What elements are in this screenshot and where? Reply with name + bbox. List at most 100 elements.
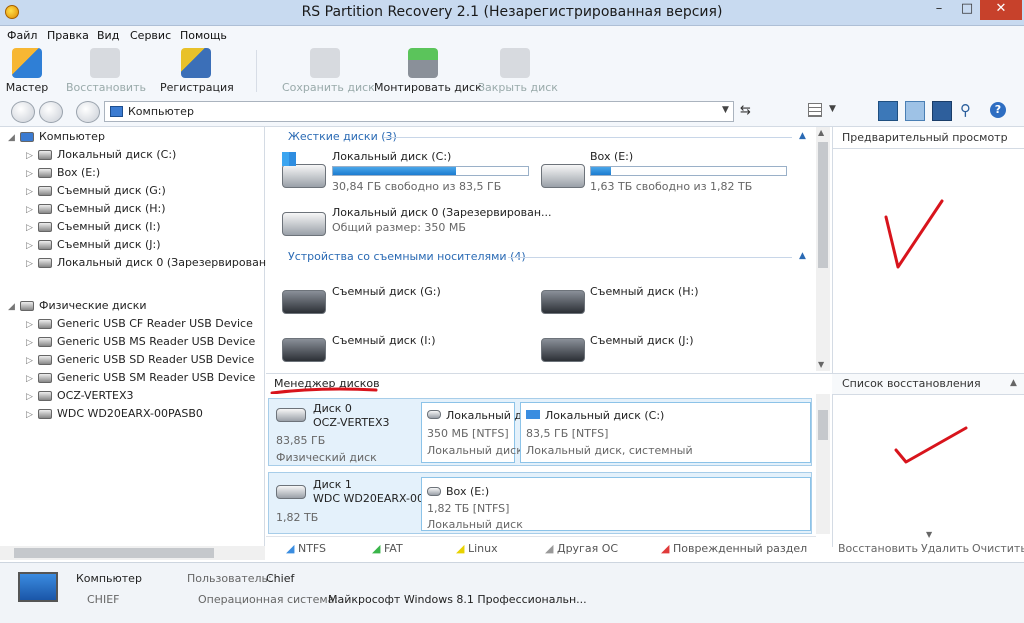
partition-c-size: 83,5 ГБ [NTFS] — [526, 427, 609, 440]
close-disk-button[interactable]: Закрыть диск — [478, 48, 558, 96]
right-panel — [832, 127, 1024, 547]
collapse-icon[interactable]: ▲ — [1010, 378, 1017, 388]
tree-hscroll-thumb[interactable] — [14, 548, 214, 558]
forward-button[interactable] — [39, 101, 63, 123]
expand-icon[interactable]: ▷ — [26, 259, 36, 269]
address-field[interactable] — [104, 101, 734, 122]
tree-item[interactable]: ▷ Локальный диск (C:) — [26, 148, 264, 166]
tree-item[interactable]: ▷ Локальный диск 0 (Зарезервировано си — [26, 256, 289, 274]
save-icon[interactable] — [932, 101, 952, 121]
expand-icon[interactable]: ▷ — [26, 410, 36, 420]
wizard-icon — [12, 48, 42, 78]
restore-button[interactable]: Восстановить — [66, 48, 146, 96]
preview-title: Предварительный просмотр — [842, 131, 1008, 144]
wizard-button[interactable]: Мастер — [4, 48, 50, 96]
go-icon[interactable]: ⇆ — [740, 103, 751, 118]
toolbar-separator — [256, 50, 257, 92]
partition-reserved-size: 350 МБ [NTFS] — [427, 427, 509, 440]
search-icon[interactable]: ⚲ — [960, 101, 971, 119]
minimize-button[interactable]: – — [924, 0, 954, 20]
maximize-button[interactable]: □ — [954, 0, 980, 20]
drive-icon — [38, 258, 52, 268]
disk-1-name: Диск 1 — [313, 478, 352, 491]
drives-vscroll-thumb[interactable] — [818, 142, 828, 268]
tree-physical-item[interactable]: ▷ WDC WD20EARX-00PASB0 — [26, 407, 264, 425]
removable-i-name[interactable]: Съемный диск (I:) — [332, 334, 436, 347]
tree-physical-item[interactable]: ▷ Generic USB SM Reader USB Device — [26, 371, 264, 389]
save-disk-button[interactable]: Сохранить диск — [282, 48, 375, 96]
partition-c-name: Локальный диск (C:) — [545, 409, 665, 422]
menu-file[interactable]: Файл — [7, 29, 37, 42]
drive-e-icon — [541, 164, 585, 188]
expand-icon[interactable]: ▷ — [26, 223, 36, 233]
scroll-up-icon[interactable]: ▲ — [818, 128, 824, 137]
computer-icon — [18, 572, 58, 602]
expand-icon[interactable]: ▷ — [26, 187, 36, 197]
up-button[interactable] — [76, 101, 100, 123]
tree-root-computer[interactable]: ◢ Компьютер — [8, 130, 105, 148]
collapse-icon[interactable]: ▲ — [799, 131, 806, 141]
disk-icon — [276, 408, 306, 422]
drive-icon — [38, 319, 52, 329]
recovery-delete-button[interactable]: Удалить — [921, 542, 969, 555]
preview-toggle-icon[interactable] — [878, 101, 898, 121]
partition-reserved-name: Локальный д — [446, 409, 523, 422]
drive-icon — [38, 373, 52, 383]
removable-g-name[interactable]: Съемный диск (G:) — [332, 285, 441, 298]
drive-reserved-name[interactable]: Локальный диск 0 (Зарезервирован... — [332, 206, 552, 219]
tree-physical-item[interactable]: ▷ Generic USB SD Reader USB Device — [26, 353, 264, 371]
legend-marker-icon: ◢ — [372, 542, 384, 555]
tree-physical-item[interactable]: ▷ OCZ-VERTEX3 — [26, 389, 264, 407]
collapse-icon[interactable]: ▲ — [799, 251, 806, 261]
drive-icon — [38, 409, 52, 419]
expand-icon[interactable]: ▷ — [26, 338, 36, 348]
tree-root-physical[interactable]: ◢ Физические диски — [8, 299, 147, 317]
menu-service[interactable]: Сервис — [130, 29, 171, 42]
dm-vscroll-thumb[interactable] — [818, 410, 828, 440]
close-button[interactable]: ✕ — [980, 0, 1022, 20]
tree-item[interactable]: ▷ Съемный диск (G:) — [26, 184, 264, 202]
scroll-down-icon[interactable]: ▼ — [818, 360, 824, 369]
menu-edit[interactable]: Правка — [47, 29, 89, 42]
expand-icon[interactable]: ▷ — [26, 241, 36, 251]
chevron-down-icon[interactable]: ▼ — [926, 530, 932, 539]
recovery-restore-button[interactable]: Восстановить — [838, 542, 918, 555]
computer-icon — [20, 132, 34, 142]
expand-icon[interactable]: ▷ — [26, 392, 36, 402]
recovery-clear-button[interactable]: Очистить — [972, 542, 1024, 555]
expand-icon[interactable]: ▷ — [26, 356, 36, 366]
removable-j-name[interactable]: Съемный диск (J:) — [590, 334, 694, 347]
chevron-down-icon[interactable]: ▼ — [722, 105, 729, 115]
view-mode-icon[interactable] — [808, 103, 822, 117]
disk-icon — [276, 485, 306, 499]
tree-item[interactable]: ▷ Съемный диск (J:) — [26, 238, 264, 256]
windows-icon — [526, 410, 540, 419]
tree-item[interactable]: ▷ Съемный диск (I:) — [26, 220, 264, 238]
tree-item[interactable]: ▷ Съемный диск (H:) — [26, 202, 264, 220]
drive-e-usage-bar — [590, 166, 787, 176]
checkmark-annotation — [884, 199, 944, 269]
help-icon[interactable]: ? — [990, 102, 1006, 118]
expand-icon[interactable]: ▷ — [26, 205, 36, 215]
panel-toggle-icon[interactable] — [905, 101, 925, 121]
removable-h-name[interactable]: Съемный диск (H:) — [590, 285, 699, 298]
back-button[interactable] — [11, 101, 35, 123]
expand-icon[interactable]: ▷ — [26, 374, 36, 384]
removable-j-icon — [541, 338, 585, 362]
view-dropdown-icon[interactable]: ▼ — [829, 104, 836, 114]
mount-disk-button[interactable]: Монтировать диск — [374, 48, 482, 96]
menu-help[interactable]: Помощь — [180, 29, 227, 42]
menu-view[interactable]: Вид — [97, 29, 119, 42]
expand-icon[interactable]: ▷ — [26, 169, 36, 179]
expand-icon[interactable]: ▷ — [26, 320, 36, 330]
register-button[interactable]: Регистрация — [160, 48, 234, 96]
legend-marker-icon: ◢ — [456, 542, 468, 555]
expand-icon[interactable]: ▷ — [26, 151, 36, 161]
section-divider — [508, 257, 792, 258]
tree-item[interactable]: ▷ Box (E:) — [26, 166, 264, 184]
tree-physical-item[interactable]: ▷ Generic USB CF Reader USB Device — [26, 317, 264, 335]
tree-physical-item[interactable]: ▷ Generic USB MS Reader USB Device — [26, 335, 264, 353]
disk-0-model: OCZ-VERTEX3 — [313, 416, 390, 429]
drive-e-name[interactable]: Box (E:) — [590, 150, 633, 163]
drive-c-name[interactable]: Локальный диск (C:) — [332, 150, 451, 163]
